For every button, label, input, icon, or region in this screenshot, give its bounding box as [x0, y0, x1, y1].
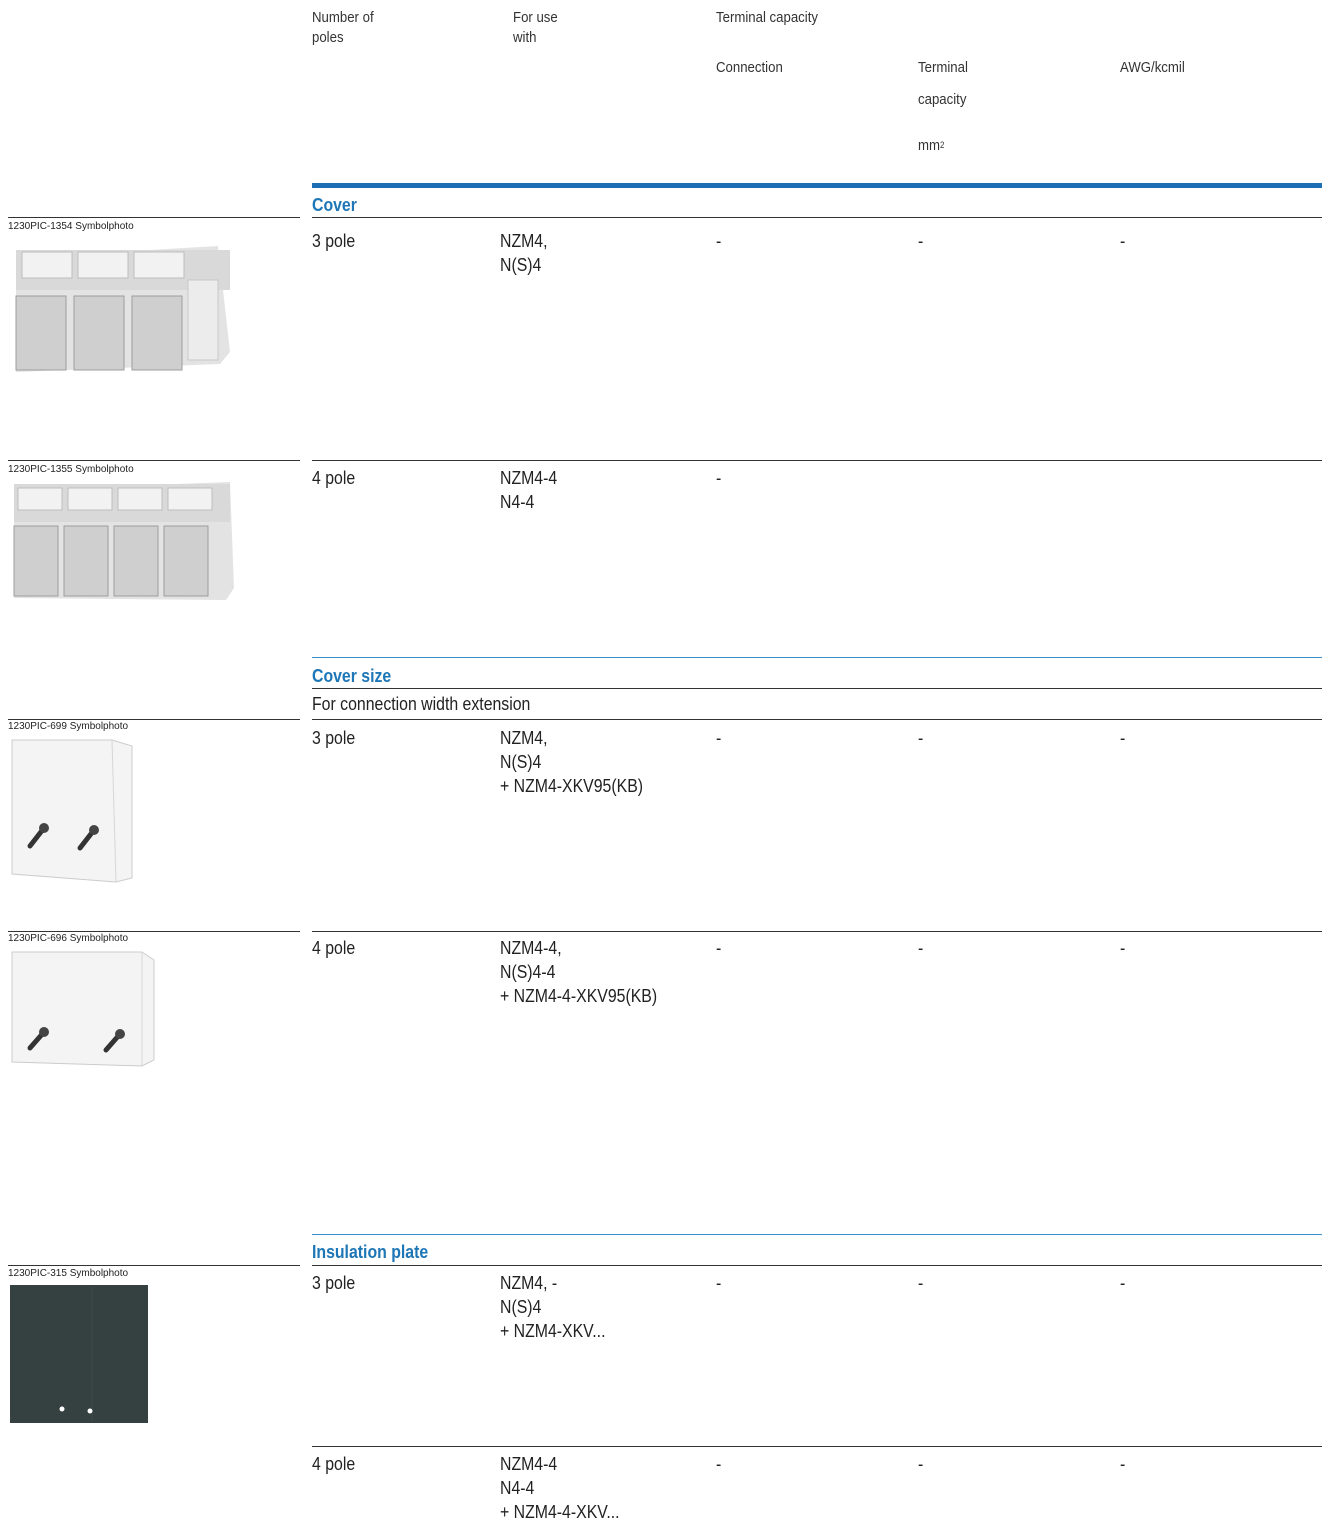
- section-title-cover-size: Cover size: [312, 666, 392, 686]
- row-5-poles: 3 pole: [312, 1273, 356, 1293]
- header-number-of-poles: Number of poles: [312, 9, 374, 46]
- photo-caption: 1230PIC-696 Symbolphoto: [8, 933, 129, 944]
- row-4-capacity: -: [918, 938, 924, 958]
- row-6-poles: 4 pole: [312, 1454, 356, 1474]
- row-3-for-use: NZM4, N(S)4 + NZM4-XKV95(KB): [500, 728, 644, 796]
- row-divider: [312, 1265, 1322, 1266]
- cover-size-3-pole-photo: [11, 739, 133, 883]
- header-mm2-unit: mm2: [918, 137, 945, 154]
- row-divider: [312, 217, 1322, 218]
- photo-caption-rule: [8, 1265, 300, 1266]
- section-title-insulation-plate: Insulation plate: [312, 1242, 429, 1262]
- section-divider: [312, 657, 1322, 658]
- row-6-awg: -: [1120, 1454, 1126, 1474]
- photo-caption-rule: [8, 719, 300, 720]
- row-5-capacity: -: [918, 1273, 924, 1293]
- cover-3-pole-photo: [15, 246, 230, 372]
- row-2-for-use: NZM4-4 N4-4: [500, 468, 558, 512]
- row-4-connection: -: [716, 938, 722, 958]
- row-4-poles: 4 pole: [312, 938, 356, 958]
- row-1-capacity: -: [918, 231, 924, 251]
- row-1-connection: -: [716, 231, 722, 251]
- row-3-connection: -: [716, 728, 722, 748]
- row-4-awg: -: [1120, 938, 1126, 958]
- header-awg-kcmil: AWG/kcmil: [1120, 59, 1185, 76]
- photo-caption-rule: [8, 460, 300, 461]
- row-6-connection: -: [716, 1454, 722, 1474]
- row-2-poles: 4 pole: [312, 468, 356, 488]
- row-4-for-use: NZM4-4, N(S)4-4 + NZM4-4-XKV95(KB): [500, 938, 658, 1006]
- row-1-poles: 3 pole: [312, 231, 356, 251]
- row-5-awg: -: [1120, 1273, 1126, 1293]
- row-divider: [312, 460, 1322, 461]
- row-6-for-use: NZM4-4 N4-4 + NZM4-4-XKV...: [500, 1454, 620, 1522]
- header-divider: [312, 183, 1322, 188]
- cover-4-pole-photo: [13, 482, 234, 600]
- photo-caption: 1230PIC-315 Symbolphoto: [8, 1268, 129, 1279]
- row-5-connection: -: [716, 1273, 722, 1293]
- row-3-awg: -: [1120, 728, 1126, 748]
- header-terminal-capacity: Terminal capacity: [716, 9, 818, 26]
- row-6-capacity: -: [918, 1454, 924, 1474]
- cover-size-4-pole-photo: [11, 951, 155, 1067]
- photo-caption-rule: [8, 931, 300, 932]
- photo-caption: 1230PIC-699 Symbolphoto: [8, 721, 129, 732]
- row-divider: [312, 719, 1322, 720]
- section-subtitle: For connection width extension: [312, 694, 531, 714]
- header-capacity-label: capacity: [918, 91, 967, 108]
- header-for-use-with: For use with: [513, 9, 558, 46]
- row-1-for-use: NZM4, N(S)4: [500, 231, 548, 275]
- row-5-for-use: NZM4, - N(S)4 + NZM4-XKV...: [500, 1273, 606, 1341]
- row-divider: [312, 931, 1322, 932]
- section-title-cover: Cover: [312, 195, 357, 215]
- section-divider: [312, 1234, 1322, 1235]
- row-divider: [312, 1446, 1322, 1447]
- photo-caption: 1230PIC-1354 Symbolphoto: [8, 221, 134, 232]
- row-divider: [312, 688, 1322, 689]
- row-3-poles: 3 pole: [312, 728, 356, 748]
- row-1-awg: -: [1120, 231, 1126, 251]
- photo-caption-rule: [8, 217, 300, 218]
- row-3-capacity: -: [918, 728, 924, 748]
- row-2-connection: -: [716, 468, 722, 488]
- insulation-plate-photo: [10, 1285, 148, 1423]
- header-connection: Connection: [716, 59, 783, 76]
- photo-caption: 1230PIC-1355 Symbolphoto: [8, 464, 134, 475]
- header-terminal-label: Terminal: [918, 59, 968, 76]
